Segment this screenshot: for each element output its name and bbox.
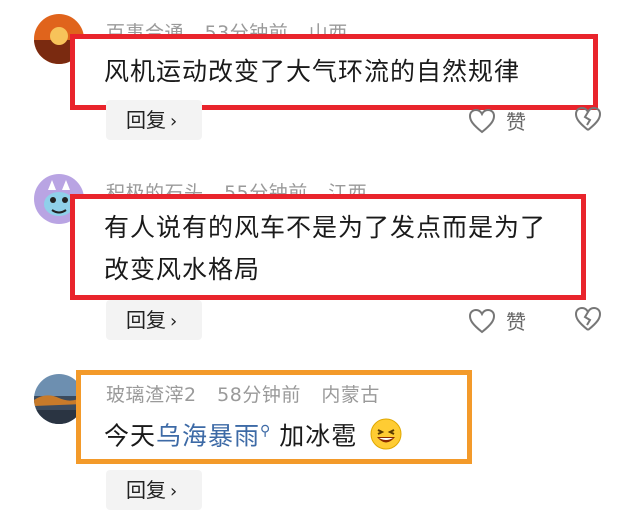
like-button[interactable]: 赞: [468, 306, 526, 335]
comment-text: 今天乌海暴雨⚲ 加冰雹: [104, 410, 402, 457]
thumb-up-icon: [468, 108, 496, 133]
laughing-emoji-icon: [370, 418, 402, 450]
broken-heart-icon: [574, 306, 602, 331]
dislike-button[interactable]: [574, 106, 602, 136]
comment-meta-overlay: 玻璃渣滓2 58分钟前 内蒙古: [106, 384, 380, 406]
comment-text-line-1: 有人说有的风车不是为了发点而是为了: [104, 213, 547, 242]
reply-label: 回复: [126, 308, 166, 332]
comment-text-suffix: 加冰雹: [279, 421, 358, 451]
dislike-button[interactable]: [574, 306, 602, 336]
reply-button[interactable]: 回复 ›: [106, 470, 202, 510]
reply-label: 回复: [126, 478, 166, 502]
topic-link[interactable]: 乌海暴雨: [156, 421, 260, 450]
comment-text-line-2: 改变风水格局: [104, 255, 261, 284]
like-label: 赞: [506, 110, 526, 134]
comment-text-prefix: 今天: [104, 421, 157, 451]
chevron-right-icon: ›: [170, 111, 178, 132]
chevron-right-icon: ›: [170, 481, 178, 502]
search-icon[interactable]: ⚲: [260, 423, 271, 439]
like-button[interactable]: 赞: [468, 106, 526, 135]
broken-heart-icon: [574, 106, 602, 131]
reply-button[interactable]: 回复 ›: [106, 100, 202, 140]
reply-button[interactable]: 回复 ›: [106, 300, 202, 340]
chevron-right-icon: ›: [170, 311, 178, 332]
reply-label: 回复: [126, 108, 166, 132]
thumb-up-icon: [468, 308, 496, 333]
comment-text: 风机运动改变了大气环流的自然规律: [104, 57, 521, 86]
like-label: 赞: [506, 310, 526, 334]
